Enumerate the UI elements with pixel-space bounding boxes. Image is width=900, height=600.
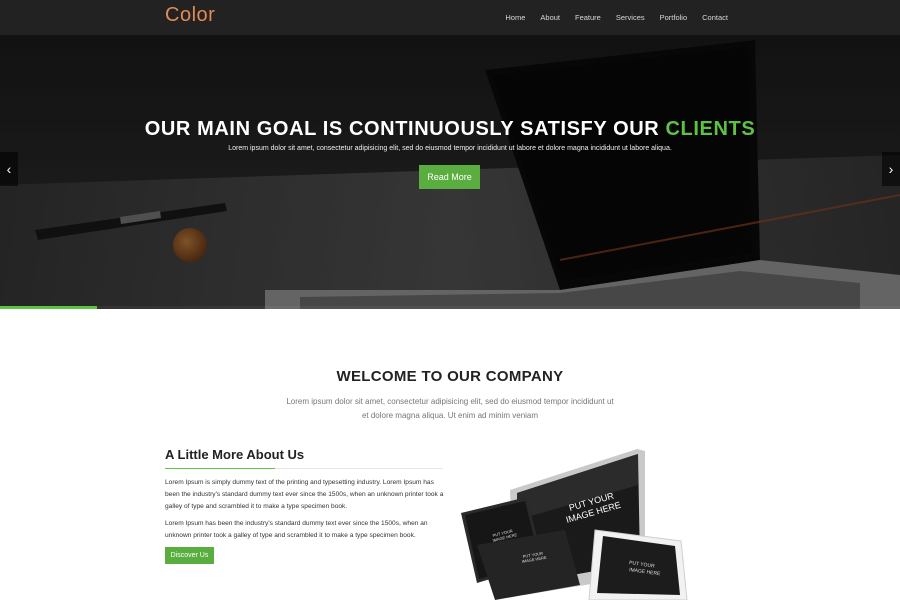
nav-about[interactable]: About — [540, 13, 560, 22]
nav-home[interactable]: Home — [505, 13, 525, 22]
welcome-title: WELCOME TO OUR COMPANY — [336, 368, 564, 385]
hero-subtitle: Lorem ipsum dolor sit amet, consectetur … — [228, 145, 672, 152]
read-more-button[interactable]: Read More — [419, 165, 480, 189]
discover-us-button[interactable]: Discover Us — [165, 547, 214, 564]
hero-title-main: OUR MAIN GOAL IS CONTINUOUSLY SATISFY OU… — [144, 118, 666, 140]
about-title: A Little More About Us — [165, 447, 305, 462]
about-paragraph-2: Lorem Ipsum has been the industry's stan… — [165, 520, 428, 539]
nav-contact[interactable]: Contact — [702, 13, 728, 22]
slider-prev-arrow[interactable]: ‹ — [0, 152, 18, 186]
about-divider-accent — [165, 468, 275, 469]
nav-feature[interactable]: Feature — [575, 13, 601, 22]
about-paragraph-1: Lorem Ipsum is simply dummy text of the … — [165, 479, 444, 510]
main-nav: Home About Feature Services Portfolio Co… — [490, 0, 728, 35]
nav-services[interactable]: Services — [616, 13, 645, 22]
slide-progress-fill — [0, 306, 98, 309]
devices-mockup-image: PUT YOUR IMAGE HERE PUT YOUR IMAGE HERE … — [461, 449, 688, 600]
hero-title: OUR MAIN GOAL IS CONTINUOUSLY SATISFY OU… — [0, 118, 900, 141]
hero-slider: OUR MAIN GOAL IS CONTINUOUSLY SATISFY OU… — [0, 35, 900, 309]
welcome-text: Lorem ipsum dolor sit amet, consectetur … — [286, 397, 614, 420]
chevron-left-icon: ‹ — [6, 161, 12, 177]
hero-title-accent: CLIENTS — [665, 118, 756, 140]
top-navbar: Color Home About Feature Services Portfo… — [0, 0, 900, 35]
white-tablet-device: PUT YOUR IMAGE HERE — [588, 529, 688, 600]
site-logo[interactable]: Color — [165, 4, 215, 27]
slider-next-arrow[interactable]: › — [882, 152, 900, 186]
chevron-right-icon: › — [888, 161, 894, 177]
slide-progress-track — [0, 306, 900, 309]
nav-portfolio[interactable]: Portfolio — [660, 13, 688, 22]
